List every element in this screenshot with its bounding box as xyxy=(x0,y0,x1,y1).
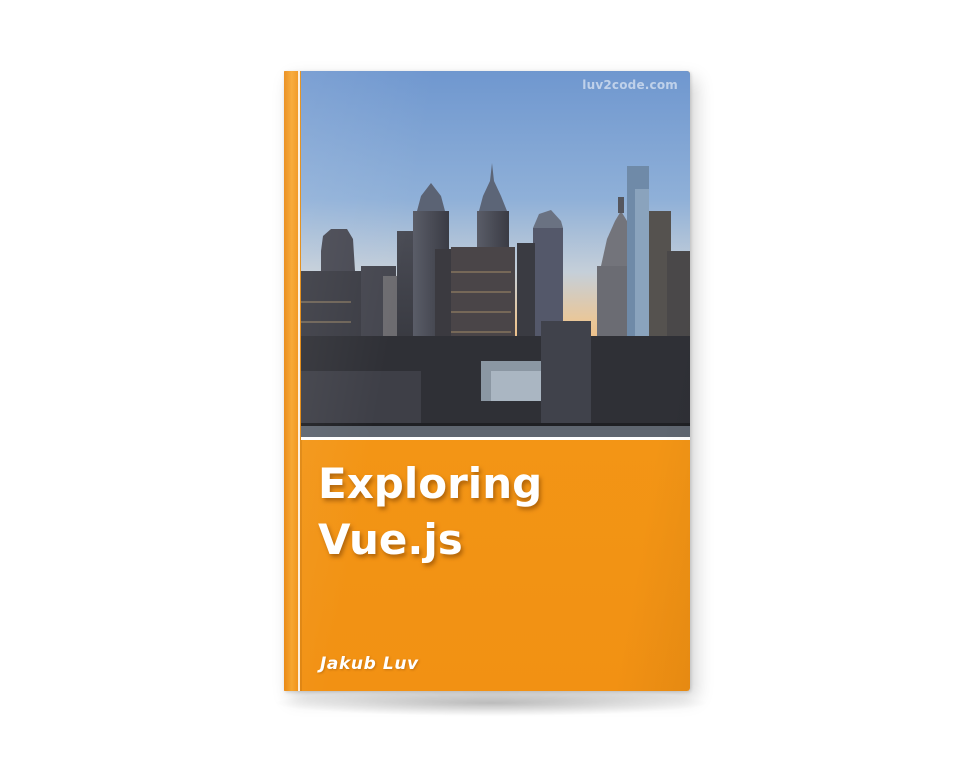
book-title-line-2: Vue.js xyxy=(318,515,463,564)
book-author: Jakub Luv xyxy=(320,654,419,674)
city-skyline-photo: luv2code.com xyxy=(301,71,690,437)
book-title: Exploring Vue.js xyxy=(318,456,678,568)
book-title-line-1: Exploring xyxy=(318,459,543,508)
book-spine xyxy=(284,71,298,691)
photo-divider xyxy=(301,437,690,440)
book-mockup-scene: luv2code.com Exploring Vue.js Jakub Luv xyxy=(0,0,960,768)
book-cover: luv2code.com Exploring Vue.js Jakub Luv xyxy=(284,71,690,691)
book-shadow xyxy=(276,690,706,716)
watermark-text: luv2code.com xyxy=(582,78,678,92)
